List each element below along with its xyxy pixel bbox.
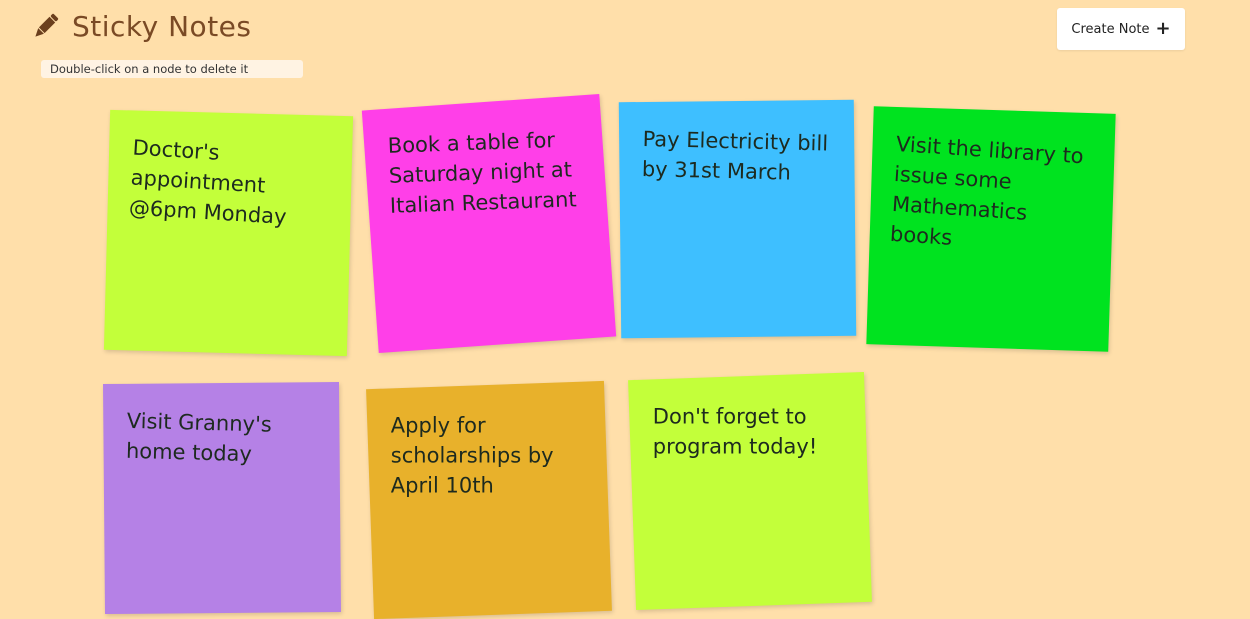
sticky-note[interactable]: Apply for scholarships by April 10th (366, 380, 612, 619)
pencil-icon (35, 13, 59, 37)
sticky-note[interactable]: Book a table for Saturday night at Itali… (361, 93, 617, 354)
note-text: Doctor's appointment @6pm Monday (128, 135, 288, 229)
note-text: Don't forget to program today! (652, 404, 818, 459)
header: Sticky Notes (30, 6, 251, 46)
note-text: Visit Granny's home today (125, 408, 273, 467)
note-text: Book a table for Saturday night at Itali… (387, 128, 578, 218)
note-text: Visit the library to issue some Mathemat… (889, 131, 1085, 250)
sticky-note[interactable]: Visit the library to issue some Mathemat… (866, 106, 1116, 352)
sticky-note[interactable]: Pay Electricity bill by 31st March (618, 99, 857, 339)
sticky-note[interactable]: Visit Granny's home today (103, 381, 341, 615)
delete-hint: Double-click on a node to delete it (41, 60, 303, 78)
create-note-label: Create Note (1071, 21, 1150, 37)
note-text: Pay Electricity bill by 31st March (641, 126, 829, 185)
sticky-note[interactable]: Don't forget to program today! (628, 371, 872, 611)
sticky-note[interactable]: Doctor's appointment @6pm Monday (103, 109, 354, 357)
plus-icon: + (1155, 18, 1171, 39)
app-title: Sticky Notes (72, 9, 252, 43)
create-note-button[interactable]: Create Note + (1057, 8, 1185, 50)
note-text: Apply for scholarships by April 10th (390, 413, 554, 498)
